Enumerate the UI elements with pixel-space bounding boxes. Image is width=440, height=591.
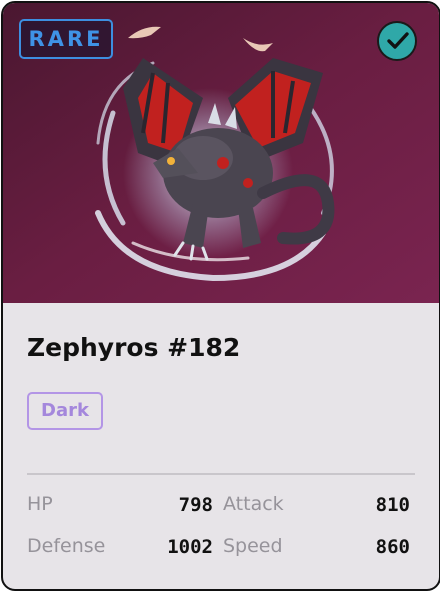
stat-value-defense: 1002 (167, 536, 213, 558)
stat-value-attack: 810 (375, 494, 410, 516)
check-circle-icon (377, 21, 417, 61)
stat-label-hp: HP (27, 493, 53, 515)
rarity-badge: RARE (19, 19, 113, 59)
stat-label-speed: Speed (223, 535, 283, 557)
stat-value-speed: 860 (375, 536, 410, 558)
type-badge: Dark (27, 392, 103, 430)
stat-label-attack: Attack (223, 493, 284, 515)
card-title: Zephyros #182 (27, 333, 241, 362)
creature-card[interactable]: RARE Zephyros #182 Dark HP 798 Attack 81… (1, 1, 440, 591)
divider (27, 473, 415, 475)
stat-label-defense: Defense (27, 535, 106, 557)
stat-value-hp: 798 (178, 494, 213, 516)
